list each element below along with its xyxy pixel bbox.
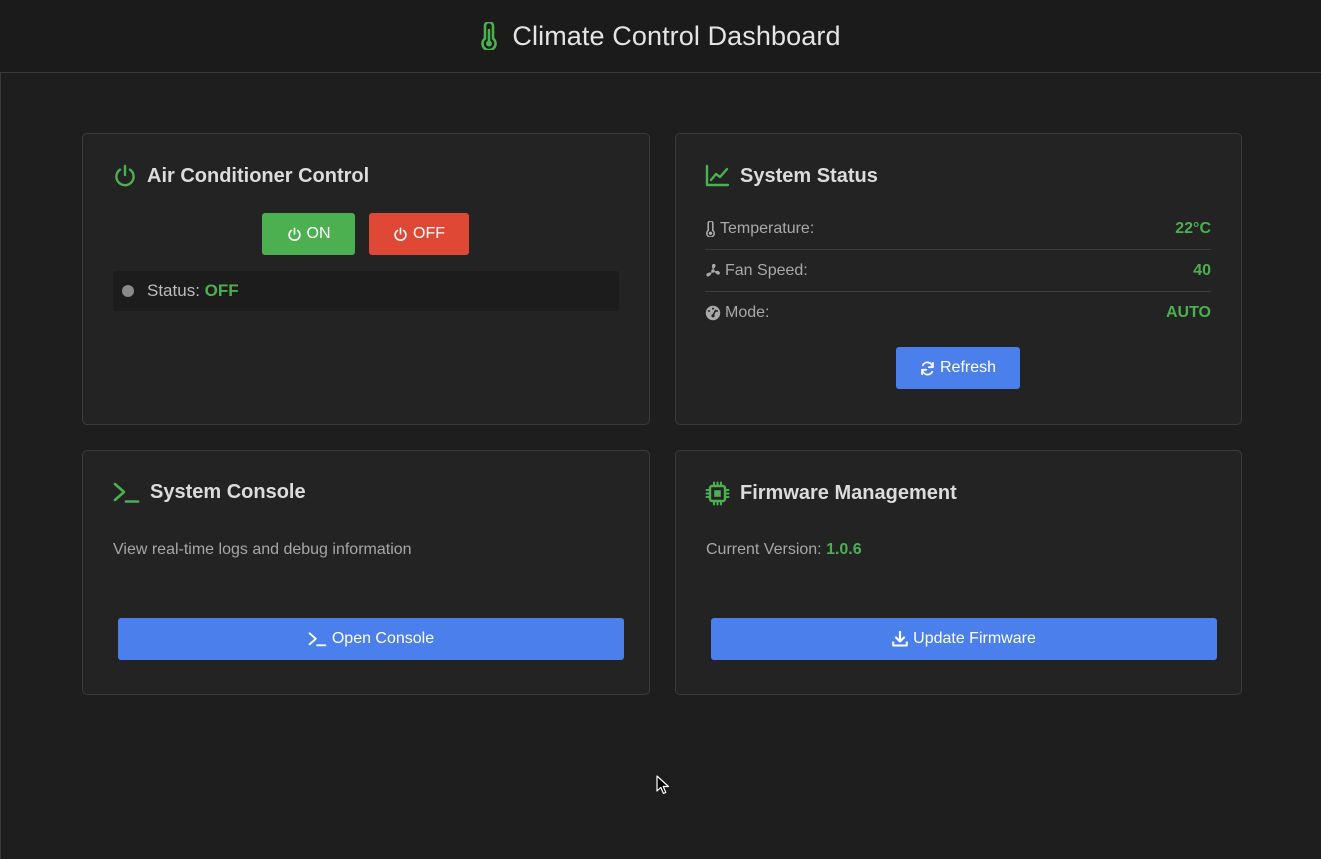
- status-indicator-dot: [122, 285, 134, 297]
- power-icon: [113, 164, 137, 188]
- firmware-heading: Firmware Management: [705, 481, 957, 506]
- thermometer-icon: [480, 22, 498, 50]
- stat-value-mode: AUTO: [1165, 304, 1211, 321]
- power-icon: [287, 226, 302, 242]
- chip-icon: [705, 481, 730, 506]
- ac-on-label: ON: [306, 225, 331, 242]
- ac-status-label: Status:: [147, 281, 200, 300]
- system-status-heading: System Status: [705, 164, 878, 188]
- ac-on-button[interactable]: ON: [262, 213, 355, 255]
- download-icon: [892, 631, 908, 647]
- power-icon: [393, 226, 408, 242]
- console-description: View real-time logs and debug informatio…: [113, 541, 412, 558]
- top-header: Climate Control Dashboard: [0, 0, 1321, 73]
- terminal-icon: [308, 631, 327, 647]
- page-title: Climate Control Dashboard: [512, 20, 841, 51]
- system-status-title: System Status: [740, 164, 878, 187]
- stat-value-fan-speed: 40: [1193, 261, 1211, 279]
- stat-value-temperature: 22°C: [1175, 219, 1211, 237]
- stat-row-mode: Mode: AUTO: [705, 292, 1211, 334]
- ac-status-box: Status: OFF: [113, 271, 619, 311]
- fan-icon: [705, 263, 721, 279]
- firmware-version-label: Current Version:: [706, 541, 822, 558]
- gauge-icon: [705, 305, 721, 321]
- firmware-card: Firmware Management Current Version: 1.0…: [675, 450, 1242, 695]
- update-firmware-label: Update Firmware: [913, 630, 1036, 647]
- system-status-card: System Status Temperature: 22°C Fan Spee…: [675, 133, 1242, 425]
- ac-control-title: Air Conditioner Control: [147, 164, 370, 187]
- refresh-label: Refresh: [939, 359, 997, 376]
- stat-label-mode: Mode:: [725, 304, 770, 321]
- chart-line-icon: [705, 164, 730, 188]
- update-firmware-button[interactable]: Update Firmware: [711, 618, 1217, 660]
- open-console-button[interactable]: Open Console: [118, 618, 624, 660]
- stat-row-fan-speed: Fan Speed: 40: [705, 250, 1211, 292]
- mouse-cursor: [656, 775, 670, 800]
- ac-control-heading: Air Conditioner Control: [113, 164, 369, 188]
- window-edge: [0, 0, 1, 859]
- ac-off-button[interactable]: OFF: [369, 213, 469, 255]
- ac-status-value: OFF: [204, 281, 239, 300]
- system-console-title: System Console: [150, 481, 306, 503]
- firmware-title: Firmware Management: [740, 482, 957, 504]
- stat-label-fan-speed: Fan Speed:: [725, 261, 808, 279]
- stat-row-temperature: Temperature: 22°C: [705, 208, 1211, 250]
- firmware-version-value: 1.0.6: [826, 541, 862, 558]
- firmware-version-line: Current Version: 1.0.6: [706, 541, 862, 559]
- open-console-label: Open Console: [331, 630, 435, 647]
- refresh-button[interactable]: Refresh: [896, 347, 1020, 389]
- terminal-icon: [113, 482, 140, 504]
- system-console-card: System Console View real-time logs and d…: [82, 450, 650, 695]
- ac-off-label: OFF: [413, 225, 445, 242]
- stat-label-temperature: Temperature:: [720, 219, 815, 237]
- ac-control-card: Air Conditioner Control ON OFF Status: O…: [82, 133, 650, 425]
- thermometer-icon: [705, 220, 716, 237]
- system-console-heading: System Console: [113, 481, 306, 504]
- refresh-icon: [920, 361, 935, 376]
